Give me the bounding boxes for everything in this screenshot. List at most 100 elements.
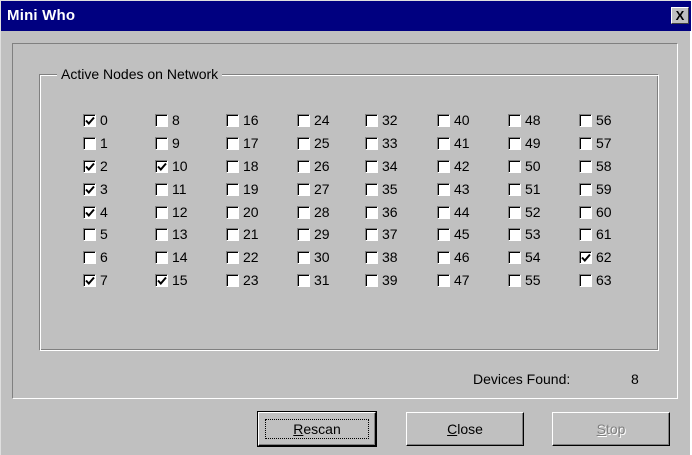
node-checkbox-27[interactable]: 27: [297, 180, 330, 198]
node-checkbox-8[interactable]: 8: [155, 111, 180, 129]
close-window-button[interactable]: X: [671, 7, 689, 24]
node-checkbox-51[interactable]: 51: [508, 180, 541, 198]
node-checkbox-16[interactable]: 16: [226, 111, 259, 129]
checkbox-box[interactable]: [579, 182, 592, 196]
checkbox-box[interactable]: [83, 227, 96, 241]
node-checkbox-40[interactable]: 40: [437, 111, 470, 129]
node-checkbox-45[interactable]: 45: [437, 225, 470, 243]
node-checkbox-35[interactable]: 35: [365, 180, 398, 198]
checkbox-box[interactable]: [365, 205, 378, 219]
checkbox-box[interactable]: [437, 182, 450, 196]
node-checkbox-25[interactable]: 25: [297, 134, 330, 152]
checkbox-box[interactable]: [365, 113, 378, 127]
node-checkbox-33[interactable]: 33: [365, 134, 398, 152]
node-checkbox-7[interactable]: 7: [83, 271, 108, 289]
node-checkbox-4[interactable]: 4: [83, 203, 108, 221]
checkbox-box[interactable]: [155, 227, 168, 241]
checkbox-box[interactable]: [508, 182, 521, 196]
node-checkbox-12[interactable]: 12: [155, 203, 188, 221]
node-checkbox-1[interactable]: 1: [83, 134, 108, 152]
checkbox-box[interactable]: [226, 159, 239, 173]
checkbox-box[interactable]: [297, 205, 310, 219]
checkbox-box[interactable]: [83, 113, 96, 127]
node-checkbox-29[interactable]: 29: [297, 225, 330, 243]
node-checkbox-11[interactable]: 11: [155, 180, 187, 198]
checkbox-box[interactable]: [226, 113, 239, 127]
checkbox-box[interactable]: [437, 273, 450, 287]
node-checkbox-6[interactable]: 6: [83, 248, 108, 266]
checkbox-box[interactable]: [83, 273, 96, 287]
checkbox-box[interactable]: [437, 136, 450, 150]
node-checkbox-54[interactable]: 54: [508, 248, 541, 266]
node-checkbox-41[interactable]: 41: [437, 134, 470, 152]
checkbox-box[interactable]: [508, 250, 521, 264]
node-checkbox-58[interactable]: 58: [579, 157, 612, 175]
checkbox-box[interactable]: [83, 250, 96, 264]
checkbox-box[interactable]: [365, 227, 378, 241]
checkbox-box[interactable]: [365, 273, 378, 287]
node-checkbox-20[interactable]: 20: [226, 203, 259, 221]
node-checkbox-0[interactable]: 0: [83, 111, 108, 129]
checkbox-box[interactable]: [579, 227, 592, 241]
checkbox-box[interactable]: [297, 250, 310, 264]
node-checkbox-15[interactable]: 15: [155, 271, 188, 289]
checkbox-box[interactable]: [155, 159, 168, 173]
node-checkbox-55[interactable]: 55: [508, 271, 541, 289]
node-checkbox-63[interactable]: 63: [579, 271, 612, 289]
checkbox-box[interactable]: [365, 250, 378, 264]
checkbox-box[interactable]: [579, 205, 592, 219]
checkbox-box[interactable]: [579, 159, 592, 173]
checkbox-box[interactable]: [83, 205, 96, 219]
node-checkbox-61[interactable]: 61: [579, 225, 612, 243]
rescan-button[interactable]: Rescan: [257, 411, 377, 447]
checkbox-box[interactable]: [437, 113, 450, 127]
checkbox-box[interactable]: [365, 136, 378, 150]
node-checkbox-57[interactable]: 57: [579, 134, 612, 152]
node-checkbox-49[interactable]: 49: [508, 134, 541, 152]
checkbox-box[interactable]: [437, 227, 450, 241]
checkbox-box[interactable]: [297, 227, 310, 241]
node-checkbox-30[interactable]: 30: [297, 248, 330, 266]
checkbox-box[interactable]: [365, 159, 378, 173]
checkbox-box[interactable]: [297, 113, 310, 127]
node-checkbox-22[interactable]: 22: [226, 248, 259, 266]
checkbox-box[interactable]: [508, 273, 521, 287]
stop-button[interactable]: Stop: [552, 412, 670, 446]
checkbox-box[interactable]: [226, 250, 239, 264]
node-checkbox-36[interactable]: 36: [365, 203, 398, 221]
checkbox-box[interactable]: [226, 273, 239, 287]
node-checkbox-26[interactable]: 26: [297, 157, 330, 175]
node-checkbox-59[interactable]: 59: [579, 180, 612, 198]
checkbox-box[interactable]: [508, 136, 521, 150]
node-checkbox-23[interactable]: 23: [226, 271, 259, 289]
node-checkbox-28[interactable]: 28: [297, 203, 330, 221]
node-checkbox-3[interactable]: 3: [83, 180, 108, 198]
checkbox-box[interactable]: [437, 159, 450, 173]
checkbox-box[interactable]: [297, 136, 310, 150]
checkbox-box[interactable]: [579, 250, 592, 264]
checkbox-box[interactable]: [365, 182, 378, 196]
node-checkbox-60[interactable]: 60: [579, 203, 612, 221]
node-checkbox-43[interactable]: 43: [437, 180, 470, 198]
checkbox-box[interactable]: [155, 136, 168, 150]
node-checkbox-47[interactable]: 47: [437, 271, 470, 289]
node-checkbox-31[interactable]: 31: [297, 271, 330, 289]
checkbox-box[interactable]: [155, 113, 168, 127]
node-checkbox-24[interactable]: 24: [297, 111, 330, 129]
node-checkbox-32[interactable]: 32: [365, 111, 398, 129]
checkbox-box[interactable]: [83, 182, 96, 196]
close-button[interactable]: Close: [406, 412, 524, 446]
checkbox-box[interactable]: [297, 159, 310, 173]
checkbox-box[interactable]: [508, 159, 521, 173]
checkbox-box[interactable]: [155, 182, 168, 196]
node-checkbox-48[interactable]: 48: [508, 111, 541, 129]
node-checkbox-46[interactable]: 46: [437, 248, 470, 266]
node-checkbox-5[interactable]: 5: [83, 225, 108, 243]
node-checkbox-34[interactable]: 34: [365, 157, 398, 175]
checkbox-box[interactable]: [226, 205, 239, 219]
checkbox-box[interactable]: [226, 182, 239, 196]
node-checkbox-38[interactable]: 38: [365, 248, 398, 266]
node-checkbox-39[interactable]: 39: [365, 271, 398, 289]
checkbox-box[interactable]: [83, 136, 96, 150]
node-checkbox-9[interactable]: 9: [155, 134, 180, 152]
